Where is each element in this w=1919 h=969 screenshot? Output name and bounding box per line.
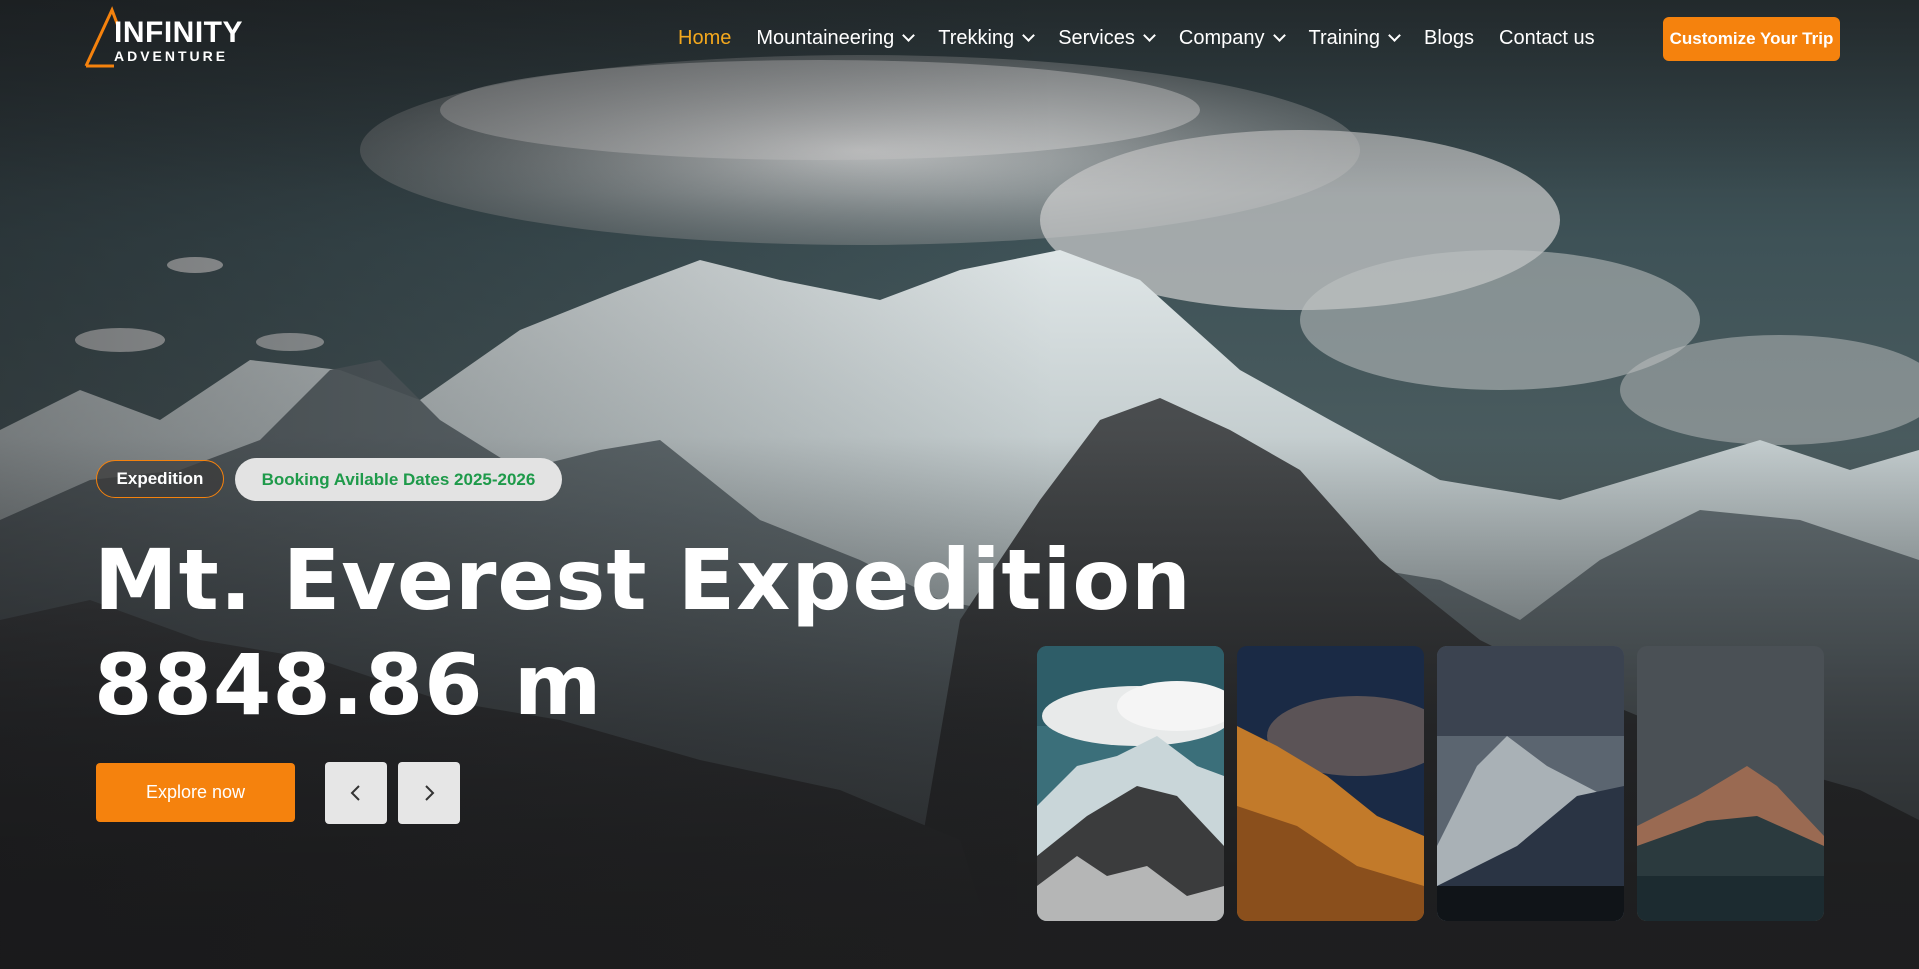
customize-trip-button[interactable]: Customize Your Trip — [1663, 17, 1840, 61]
logo-name-line2: ADVENTURE — [114, 48, 229, 64]
nav-item-label: Contact us — [1499, 26, 1595, 49]
nav-item-label: Training — [1308, 26, 1381, 49]
nav-item-label: Trekking — [938, 26, 1015, 49]
slider-next-button[interactable] — [398, 762, 460, 824]
slider-prev-button[interactable] — [325, 762, 387, 824]
thumbnail-strip — [1037, 646, 1825, 921]
nav-item-company[interactable]: Company — [1178, 26, 1286, 50]
thumbnail-image — [1037, 646, 1224, 921]
booking-dates-badge[interactable]: Booking Avilable Dates 2025-2026 — [235, 458, 562, 501]
chevron-down-icon — [902, 29, 916, 42]
nav-item-contact[interactable]: Contact us — [1499, 27, 1595, 50]
hero-section: INFINITY ADVENTURE Home Mountaineering T… — [0, 0, 1919, 969]
nav-item-label: Home — [678, 26, 732, 49]
thumbnail-image — [1437, 646, 1624, 921]
thumbnail-sunset-peak[interactable] — [1637, 646, 1824, 921]
nav-item-blogs[interactable]: Blogs — [1424, 27, 1474, 50]
explore-now-button[interactable]: Explore now — [96, 763, 295, 822]
chevron-down-icon — [1143, 29, 1156, 42]
nav-item-mountaineering[interactable]: Mountaineering — [756, 26, 916, 50]
nav-item-training[interactable]: Training — [1308, 26, 1401, 50]
hero-title-line1: Mt. Everest Expedition — [94, 531, 1192, 629]
chevron-down-icon — [1272, 29, 1286, 42]
nav-item-label: Services — [1058, 26, 1135, 49]
chevron-left-icon — [350, 785, 360, 801]
nav-item-services[interactable]: Services — [1058, 26, 1156, 50]
chevron-down-icon — [1022, 29, 1036, 42]
nav-item-label: Blogs — [1424, 26, 1475, 49]
hero-title: Mt. Everest Expedition 8848.86 m — [94, 528, 1192, 738]
thumbnail-everest-clouds[interactable] — [1037, 646, 1224, 921]
navbar: INFINITY ADVENTURE Home Mountaineering T… — [0, 0, 1919, 80]
thumbnail-image — [1637, 646, 1824, 921]
nav-item-trekking[interactable]: Trekking — [938, 26, 1036, 50]
thumbnail-misty-valley[interactable] — [1437, 646, 1624, 921]
nav-item-label: Mountaineering — [756, 26, 895, 49]
logo-name-line1: INFINITY — [114, 16, 243, 49]
thumbnail-image — [1237, 646, 1424, 921]
hero-title-line2: 8848.86 m — [94, 636, 603, 734]
thumbnail-golden-ridge[interactable] — [1237, 646, 1424, 921]
nav-item-label: Company — [1178, 26, 1265, 49]
category-badge[interactable]: Expedition — [96, 460, 224, 498]
nav-item-home[interactable]: Home — [678, 27, 731, 50]
chevron-down-icon — [1388, 29, 1401, 42]
logo[interactable]: INFINITY ADVENTURE — [84, 6, 244, 68]
nav-menu: Home Mountaineering Trekking Services Co… — [678, 22, 1620, 54]
chevron-right-icon — [425, 785, 435, 801]
